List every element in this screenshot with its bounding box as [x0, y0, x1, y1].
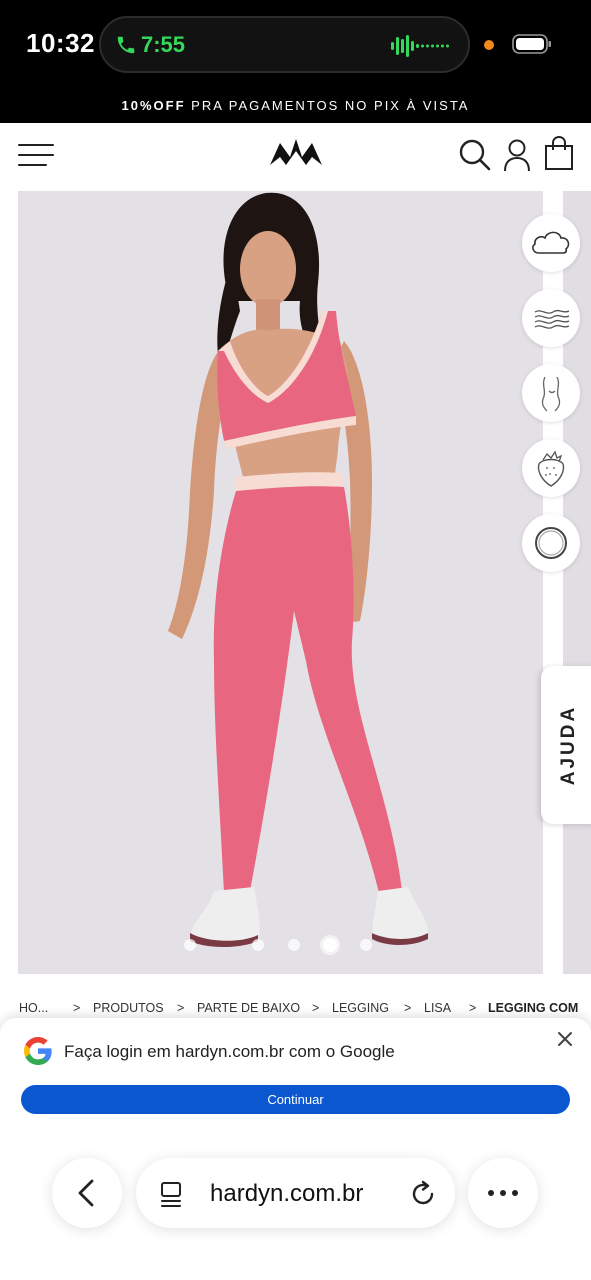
- audio-wave-icon: [391, 35, 449, 57]
- battery-icon: [512, 34, 551, 54]
- feature-badge[interactable]: [522, 514, 580, 572]
- carousel-dot-active[interactable]: [320, 935, 340, 955]
- search-icon[interactable]: [458, 138, 492, 172]
- tabs-icon[interactable]: [158, 1180, 186, 1208]
- fabric-wave-icon: [534, 309, 570, 329]
- ring-icon: [535, 527, 567, 559]
- help-label: AJUDA: [558, 704, 579, 786]
- product-image[interactable]: [18, 191, 543, 974]
- breadcrumb-separator: >: [404, 1001, 412, 1015]
- breadcrumb-separator: >: [469, 1001, 477, 1015]
- menu-icon[interactable]: [16, 141, 56, 169]
- feature-badge[interactable]: [522, 364, 580, 422]
- breadcrumb-item-produtos[interactable]: PRODUTOS: [93, 1001, 164, 1015]
- crown-logo-icon[interactable]: [268, 135, 324, 171]
- google-icon: [24, 1037, 52, 1065]
- breadcrumb-separator: >: [73, 1001, 81, 1015]
- call-timer: 7:55: [141, 32, 186, 57]
- continue-button[interactable]: Continuar: [21, 1085, 570, 1114]
- promo-text: PRA PAGAMENTOS NO PIX À VISTA: [185, 98, 470, 113]
- reload-icon[interactable]: [408, 1179, 438, 1209]
- carousel-dots: [0, 934, 591, 955]
- breadcrumb-item-parte-de-baixo[interactable]: PARTE DE BAIXO: [197, 1001, 300, 1015]
- signin-title: Faça login em hardyn.com.br com o Google: [64, 1042, 395, 1061]
- google-signin-sheet: Faça login em hardyn.com.br com o Google…: [0, 1018, 591, 1280]
- shopping-bag-icon[interactable]: [543, 135, 575, 171]
- help-tab[interactable]: AJUDA: [541, 666, 591, 824]
- feature-badge[interactable]: [522, 289, 580, 347]
- feature-badge[interactable]: [522, 214, 580, 272]
- carousel-dot[interactable]: [252, 939, 264, 951]
- address-bar[interactable]: hardyn.com.br: [136, 1158, 455, 1228]
- cloud-icon: [532, 231, 570, 254]
- account-icon[interactable]: [502, 138, 532, 172]
- status-bar: 10:32 7:55: [0, 0, 591, 90]
- breadcrumb-item-legging[interactable]: LEGGING: [332, 1001, 389, 1015]
- phone-icon: [117, 36, 135, 54]
- clock: 10:32: [26, 28, 95, 58]
- breadcrumb-item-lisa[interactable]: LISA: [424, 1001, 451, 1015]
- dynamic-island[interactable]: 7:55: [99, 16, 470, 73]
- feature-badge[interactable]: [522, 439, 580, 497]
- back-icon: [78, 1179, 94, 1207]
- back-button[interactable]: [52, 1158, 122, 1228]
- breadcrumb-separator: >: [312, 1001, 320, 1015]
- site-header: [0, 123, 591, 191]
- url-text[interactable]: hardyn.com.br: [210, 1180, 363, 1208]
- breadcrumb-separator: >: [177, 1001, 185, 1015]
- close-icon[interactable]: [556, 1030, 574, 1048]
- body-contour-icon: [541, 376, 561, 412]
- carousel-dot[interactable]: [288, 939, 300, 951]
- breadcrumb-item-home[interactable]: HO...: [19, 1001, 48, 1015]
- promo-banner[interactable]: 10%OFF PRA PAGAMENTOS NO PIX À VISTA: [0, 90, 591, 123]
- strawberry-icon: [537, 450, 565, 487]
- more-button[interactable]: [468, 1158, 538, 1228]
- carousel-dot[interactable]: [360, 939, 372, 951]
- promo-highlight: 10%OFF: [121, 98, 186, 113]
- camera-indicator-icon: [484, 40, 494, 50]
- breadcrumb-item-current: LEGGING COM: [488, 1001, 579, 1015]
- more-icon: [488, 1190, 518, 1196]
- carousel-dot[interactable]: [184, 939, 196, 951]
- model-illustration: [168, 192, 429, 947]
